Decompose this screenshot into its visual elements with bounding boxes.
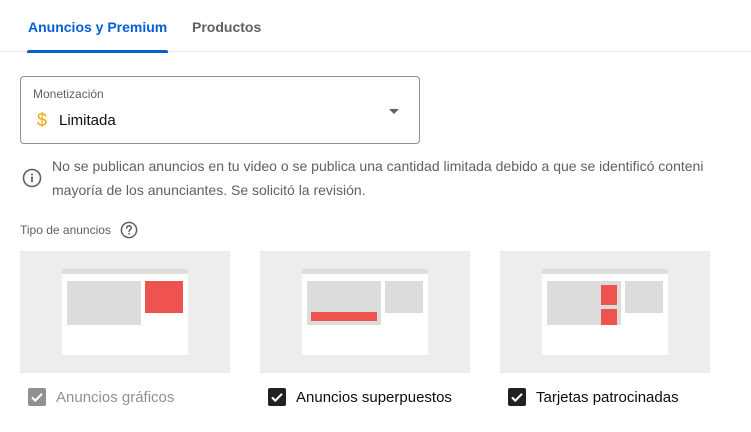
- tab-productos[interactable]: Productos: [192, 0, 261, 52]
- checkmark-icon: [511, 393, 523, 403]
- tab-label: Productos: [192, 19, 262, 35]
- info-line-2: mayoría de los anunciantes. Se solicitó …: [52, 182, 366, 198]
- tab-label: Anuncios y Premium: [28, 19, 168, 35]
- monetization-select[interactable]: Monetización $ Limitada: [20, 76, 420, 144]
- display-ads-option: Anuncios gráficos: [28, 387, 174, 407]
- info-line-1: No se publican anuncios en tu video o se…: [52, 158, 704, 174]
- tab-anuncios-premium[interactable]: Anuncios y Premium: [27, 0, 169, 53]
- monetization-label: Monetización: [33, 87, 104, 101]
- sponsored-cards-illustration: [500, 251, 710, 373]
- tab-bar: Anuncios y Premium Productos: [0, 0, 751, 53]
- monetization-info-text: No se publican anuncios en tu video o se…: [52, 154, 751, 202]
- sponsored-cards-checkbox[interactable]: [508, 388, 526, 406]
- info-icon: [22, 168, 42, 188]
- overlay-ads-option: Anuncios superpuestos: [268, 387, 452, 407]
- display-ads-label: Anuncios gráficos: [56, 388, 175, 406]
- checkmark-icon: [271, 393, 283, 403]
- sponsored-cards-label: Tarjetas patrocinadas: [536, 388, 679, 406]
- overlay-ads-label: Anuncios superpuestos: [296, 388, 452, 406]
- dollar-icon: $: [37, 110, 48, 130]
- display-ads-checkbox[interactable]: [28, 388, 46, 406]
- sponsored-cards-option: Tarjetas patrocinadas: [508, 387, 679, 407]
- display-ads-illustration: [20, 251, 230, 373]
- active-tab-indicator: [27, 50, 169, 53]
- overlay-ads-checkbox[interactable]: [268, 388, 286, 406]
- ad-types-label: Tipo de anuncios: [20, 223, 111, 237]
- checkmark-icon: [31, 393, 43, 403]
- chevron-down-icon: [389, 109, 399, 114]
- monetization-value: Limitada: [59, 112, 116, 129]
- overlay-ads-illustration: [260, 251, 470, 373]
- help-icon[interactable]: [120, 221, 138, 239]
